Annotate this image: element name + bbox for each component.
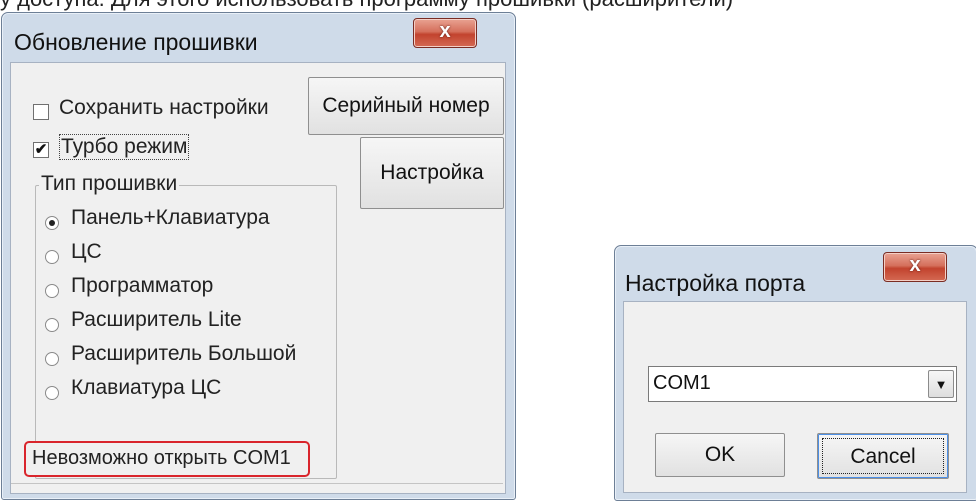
radio-cs[interactable] bbox=[45, 250, 59, 264]
settings-button[interactable]: Настройка bbox=[360, 137, 504, 209]
close-button[interactable]: x bbox=[883, 252, 947, 282]
status-message: Невозможно открыть COM1 bbox=[24, 441, 310, 477]
status-bar bbox=[11, 483, 503, 492]
cancel-button[interactable]: Cancel bbox=[817, 433, 949, 479]
option-panel-keyboard-label: Панель+Клавиатура bbox=[71, 206, 270, 229]
option-cs-label: ЦС bbox=[71, 240, 102, 263]
window-title: Настройка порта bbox=[625, 270, 806, 296]
firmware-type-label: Тип прошивки bbox=[39, 172, 180, 196]
save-settings-checkbox[interactable] bbox=[33, 104, 49, 120]
option-programmer-label: Программатор bbox=[71, 274, 214, 297]
radio-expander-large[interactable] bbox=[45, 352, 59, 366]
close-icon: x bbox=[439, 20, 451, 42]
option-keyboard-cs-label: Клавиатура ЦС bbox=[71, 376, 222, 399]
radio-keyboard-cs[interactable] bbox=[45, 386, 59, 400]
chevron-down-icon[interactable]: ▼ bbox=[928, 370, 954, 398]
turbo-mode-checkbox[interactable]: ✔ bbox=[33, 142, 49, 158]
radio-programmer[interactable] bbox=[45, 284, 59, 298]
firmware-update-window: Обновление прошивки x Сохранить настройк… bbox=[1, 12, 516, 500]
window-title: Обновление прошивки bbox=[14, 29, 258, 55]
ok-button[interactable]: OK bbox=[655, 433, 785, 477]
option-expander-large-label: Расширитель Большой bbox=[71, 342, 297, 365]
radio-expander-lite[interactable] bbox=[45, 318, 59, 332]
cancel-label: Cancel bbox=[850, 445, 916, 468]
status-text: Невозможно открыть COM1 bbox=[32, 447, 291, 469]
save-settings-label: Сохранить настройки bbox=[59, 96, 269, 119]
close-button[interactable]: x bbox=[413, 18, 477, 48]
turbo-mode-label: Турбо режим bbox=[59, 134, 190, 160]
radio-panel-keyboard[interactable] bbox=[45, 216, 59, 230]
option-expander-lite-label: Расширитель Lite bbox=[71, 308, 242, 331]
port-settings-window: Настройка порта x COM1 ▼ OK Cancel bbox=[614, 245, 976, 501]
dialog-client-area: Сохранить настройки ✔ Турбо режим Серийн… bbox=[10, 62, 506, 494]
check-icon: ✔ bbox=[34, 141, 48, 158]
serial-number-button[interactable]: Серийный номер bbox=[308, 77, 504, 135]
background-caption-text: у доступа. Для этого использовать програ… bbox=[0, 0, 976, 12]
close-icon: x bbox=[909, 254, 921, 276]
port-select[interactable]: COM1 ▼ bbox=[648, 366, 957, 402]
port-value: COM1 bbox=[653, 372, 711, 394]
dialog-client-area: COM1 ▼ OK Cancel bbox=[623, 301, 967, 493]
